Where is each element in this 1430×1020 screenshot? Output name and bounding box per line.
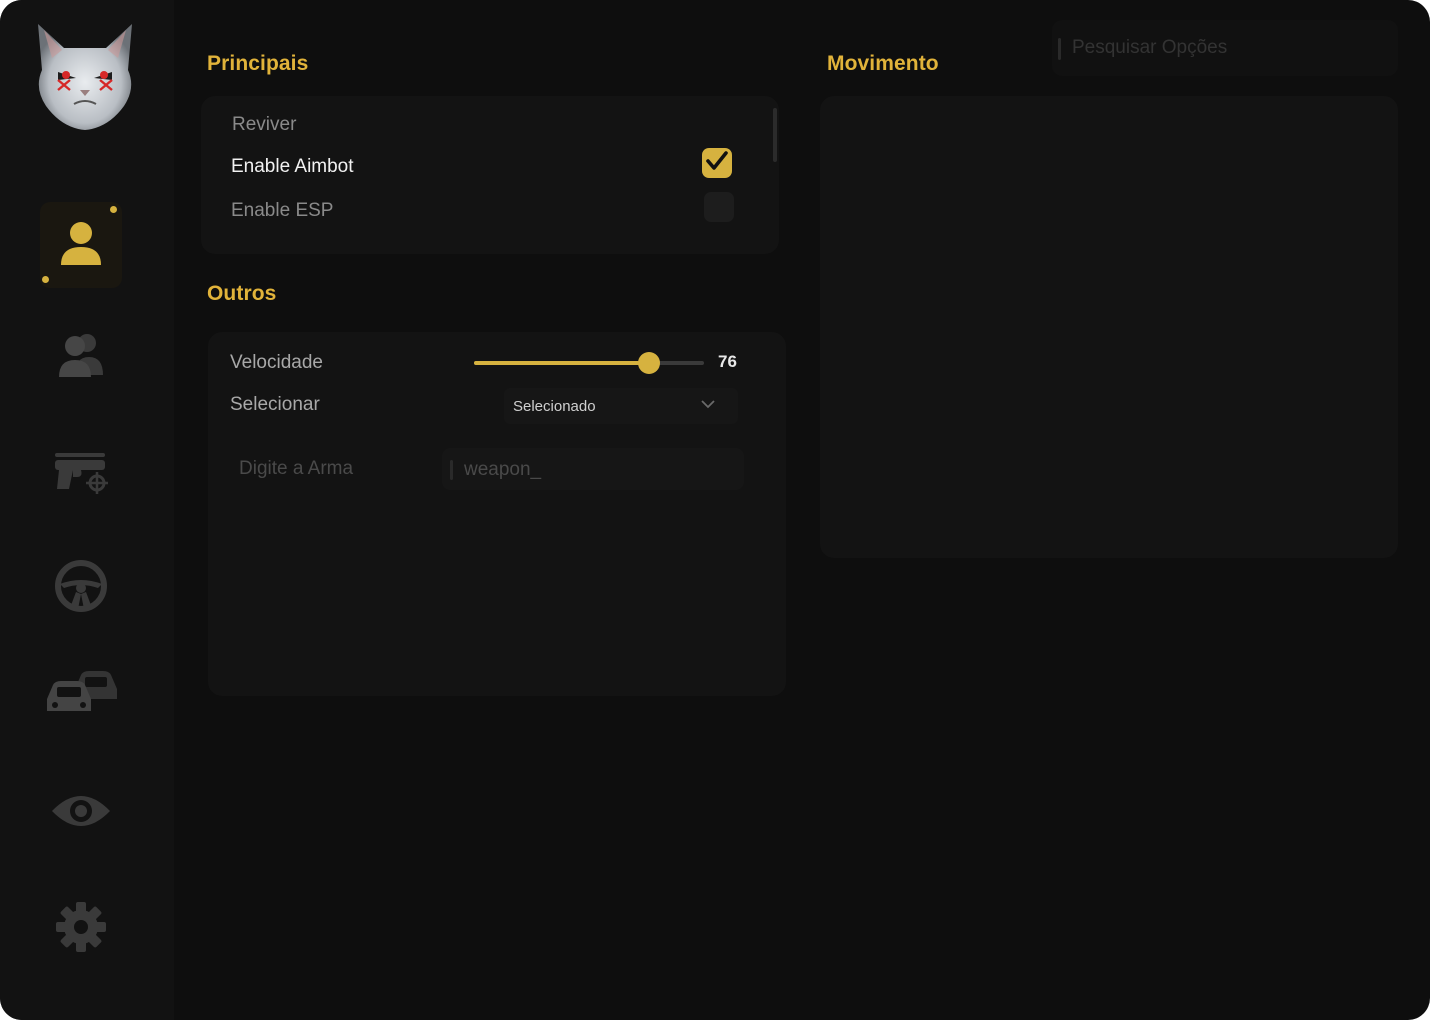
users-icon	[57, 331, 105, 384]
movimento-panel	[820, 96, 1398, 558]
velocidade-slider[interactable]	[474, 352, 704, 374]
enable-aimbot-checkbox[interactable]	[702, 148, 732, 178]
velocidade-label: Velocidade	[230, 352, 323, 373]
chevron-down-icon	[700, 397, 716, 416]
active-indicator-dot	[42, 276, 49, 283]
checkmark-icon	[706, 150, 728, 176]
digite-arma-label: Digite a Arma	[239, 458, 354, 479]
selecionar-dropdown[interactable]: Selecionado	[504, 388, 738, 424]
sidebar-item-vehicle[interactable]	[40, 545, 122, 631]
weapon-input[interactable]: weapon_	[442, 448, 744, 490]
search-options-input[interactable]: Pesquisar Opções	[1052, 20, 1398, 76]
section-title-outros: Outros	[207, 282, 277, 305]
section-title-movimento: Movimento	[827, 52, 939, 75]
user-icon	[59, 219, 103, 272]
search-caret	[1058, 38, 1061, 60]
input-caret	[450, 460, 453, 480]
app-window: Principais Reviver Enable Aimbot Enable …	[0, 0, 1430, 1020]
section-title-principais: Principais	[207, 52, 309, 75]
selecionar-label: Selecionar	[230, 394, 320, 415]
eye-icon	[50, 791, 112, 836]
option-enable-aimbot-label: Enable Aimbot	[231, 156, 354, 177]
gun-icon	[53, 447, 109, 500]
principais-panel: Reviver Enable Aimbot Enable ESP	[201, 96, 779, 254]
slider-fill	[474, 361, 649, 365]
slider-thumb[interactable]	[637, 352, 660, 374]
sidebar-item-settings[interactable]	[40, 886, 122, 972]
outros-panel: Velocidade 76 Selecionar Selecionado Dig…	[208, 332, 786, 696]
sidebar-item-weapons[interactable]	[40, 430, 122, 516]
option-enable-esp-label: Enable ESP	[231, 200, 334, 221]
sidebar	[0, 0, 174, 1020]
sidebar-item-users[interactable]	[40, 314, 122, 400]
enable-esp-checkbox[interactable]	[704, 192, 734, 222]
weapon-input-value: weapon_	[464, 459, 542, 480]
search-placeholder: Pesquisar Opções	[1072, 37, 1228, 58]
gear-icon	[54, 900, 108, 959]
cat-logo	[28, 18, 142, 132]
scrollbar-thumb[interactable]	[773, 108, 777, 162]
active-indicator-dot	[110, 206, 117, 213]
option-reviver[interactable]: Reviver	[232, 114, 296, 136]
sidebar-item-user[interactable]	[40, 202, 122, 288]
selecionar-value: Selecionado	[513, 398, 596, 415]
sidebar-item-garage[interactable]	[40, 650, 122, 736]
cars-icon	[45, 667, 117, 720]
steering-wheel-icon	[54, 559, 108, 618]
velocidade-value: 76	[718, 352, 737, 371]
sidebar-item-visuals[interactable]	[40, 770, 122, 856]
